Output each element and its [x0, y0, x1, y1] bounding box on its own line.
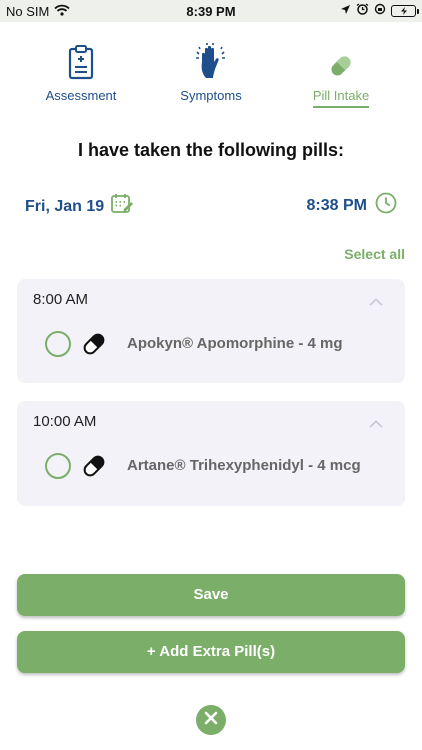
save-button[interactable]: Save [17, 574, 405, 616]
tab-label: Pill Intake [312, 88, 370, 108]
pill-row[interactable]: Artane® Trihexyphenidyl - 4 mcg [45, 453, 385, 479]
tab-symptoms[interactable]: Symptoms [151, 40, 271, 105]
date-selector[interactable]: Fri, Jan 19 [25, 192, 134, 221]
pill-name: Artane® Trihexyphenidyl - 4 mcg [127, 457, 361, 474]
alarm-icon [356, 3, 369, 18]
chevron-up-icon[interactable] [369, 415, 383, 433]
pill-name: Apokyn® Apomorphine - 4 mg [127, 335, 343, 352]
calendar-edit-icon [110, 192, 134, 221]
close-button[interactable] [196, 705, 226, 735]
chevron-up-icon[interactable] [369, 293, 383, 311]
close-icon [204, 711, 218, 730]
schedule-card: 10:00 AM Artane® Trihexyphenidyl - 4 mcg [17, 401, 405, 506]
location-icon [340, 3, 351, 18]
page-title: I have taken the following pills: [77, 140, 345, 160]
schedule-time: 10:00 AM [33, 413, 97, 430]
clipboard-icon [21, 40, 141, 80]
status-right [340, 3, 419, 18]
tab-assessment[interactable]: Assessment [21, 40, 141, 105]
capsule-icon [81, 331, 107, 357]
tab-pill-intake[interactable]: Pill Intake [281, 40, 401, 108]
status-bar: No SIM 8:39 PM [0, 0, 422, 22]
datetime-row: Fri, Jan 19 8:38 PM [25, 192, 397, 220]
time-label: 8:38 PM [306, 196, 367, 214]
add-extra-pill-button[interactable]: + Add Extra Pill(s) [17, 631, 405, 673]
schedule-card: 8:00 AM Apokyn® Apomorphine - 4 mg [17, 279, 405, 383]
select-all-link[interactable]: Select all [344, 246, 405, 262]
capsule-icon [81, 453, 107, 479]
battery-charging-icon [391, 4, 419, 17]
pill-checkbox[interactable] [45, 453, 71, 479]
tab-label: Symptoms [180, 88, 242, 103]
pill-row[interactable]: Apokyn® Apomorphine - 4 mg [45, 331, 385, 357]
orientation-lock-icon [374, 3, 386, 18]
pill-icon [281, 40, 401, 80]
schedule-time: 8:00 AM [33, 291, 89, 308]
clock-icon [375, 192, 397, 219]
pill-checkbox[interactable] [45, 331, 71, 357]
date-label: Fri, Jan 19 [25, 197, 105, 215]
tab-bar: Assessment Symptoms Pill Intake [0, 40, 422, 115]
tab-label: Assessment [45, 88, 117, 103]
hand-tremor-icon [151, 40, 271, 80]
time-selector[interactable]: 8:38 PM [307, 192, 397, 219]
